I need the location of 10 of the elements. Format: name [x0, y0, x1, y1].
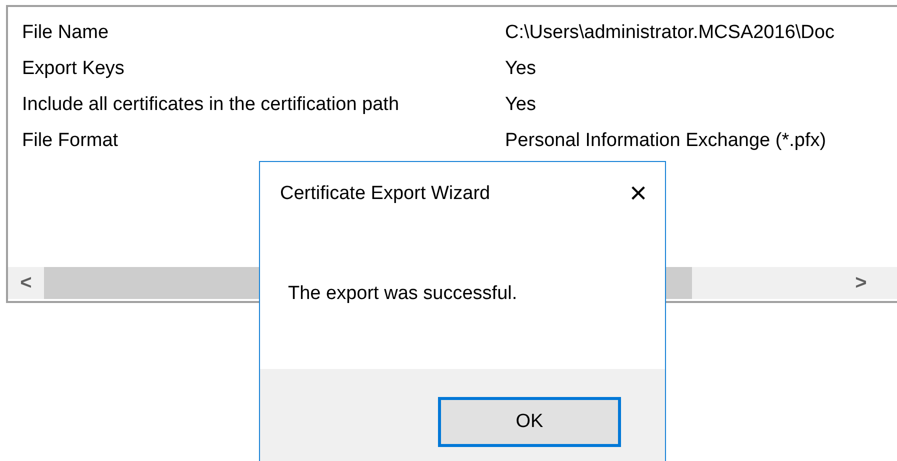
field-label: File Name — [22, 21, 110, 45]
dialog-message: The export was successful. — [288, 283, 518, 305]
field-value: Yes — [505, 57, 537, 81]
field-label: File Format — [22, 129, 120, 153]
field-label: Export Keys — [22, 57, 126, 81]
field-value: C:\Users\administrator.MCSA2016\Doc — [505, 21, 836, 45]
field-value: Yes — [505, 93, 537, 117]
dialog-title: Certificate Export Wizard — [280, 183, 490, 205]
field-value: Personal Information Exchange (*.pfx) — [505, 129, 828, 153]
field-label: Include all certificates in the certification path — [22, 93, 400, 117]
